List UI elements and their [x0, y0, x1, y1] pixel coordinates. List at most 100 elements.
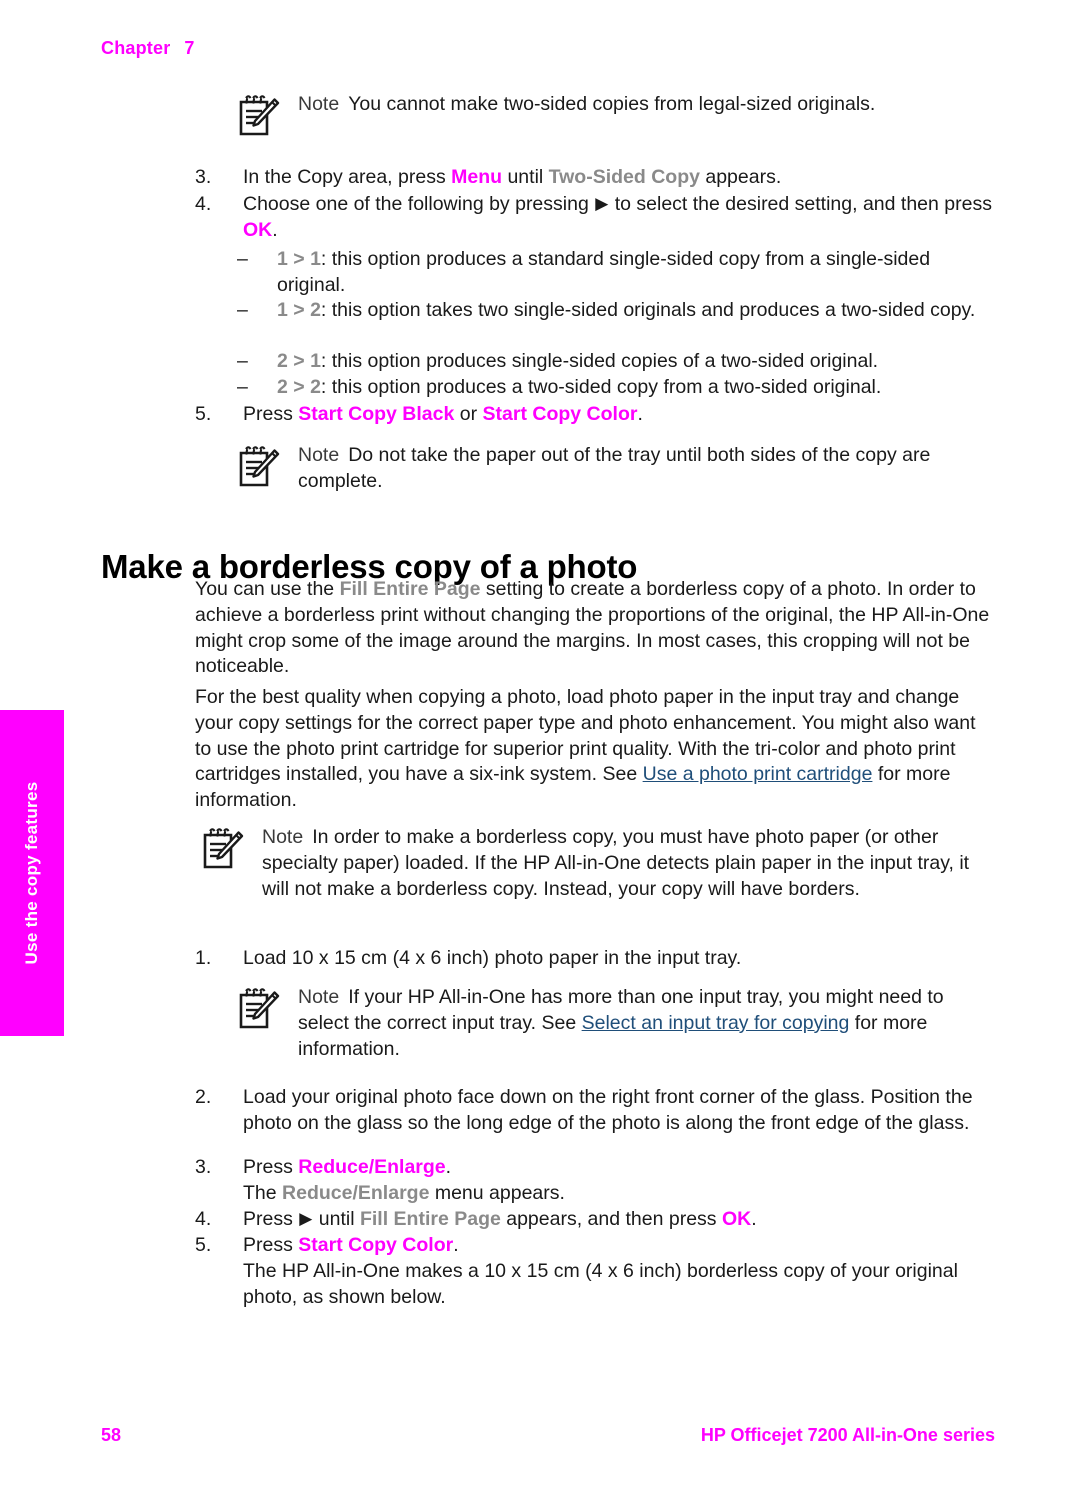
text-fragment: : this option takes two single-sided ori…: [320, 299, 976, 321]
text-fragment: : this option produces single-sided copi…: [320, 350, 879, 372]
list-item-text: In the Copy area, press Menu until Two-S…: [243, 165, 995, 191]
list-item-text: Load your original photo face down on th…: [243, 1086, 973, 1134]
note-text-4: Note If your HP All-in-One has more than …: [298, 985, 996, 1062]
list-item-text: Press Start Copy Black or Start Copy Col…: [243, 402, 995, 428]
note-block-1: Note You cannot make two-sided copies fro…: [236, 92, 966, 139]
ui-button-start-copy-color: Start Copy Color: [298, 1234, 454, 1256]
note-label: Note: [262, 826, 304, 848]
list-item-text: Press Start Copy Color.: [243, 1233, 995, 1259]
list-item-proc-3: 3. Press Reduce/Enlarge.: [195, 1155, 995, 1181]
list-marker: 1.: [195, 947, 212, 969]
text-fragment: Press: [243, 1156, 299, 1178]
right-arrow-icon: ▶: [299, 1209, 313, 1228]
dash-marker: –: [237, 248, 248, 270]
proc-step-3-result: The Reduce/Enlarge menu appears.: [243, 1181, 1003, 1207]
text-fragment: : this option produces a two-sided copy …: [320, 376, 882, 398]
ui-button-reduce-enlarge: Reduce/Enlarge: [298, 1156, 446, 1178]
option-text: 2 > 1: this option produces single-sided…: [277, 349, 997, 375]
text-fragment: or: [454, 403, 483, 425]
list-marker: 2.: [195, 1086, 212, 1108]
text-fragment: menu appears.: [429, 1182, 565, 1204]
paragraph-2: For the best quality when copying a phot…: [195, 685, 995, 814]
link-use-a-photo-print-cartridge[interactable]: Use a photo print cartridge: [643, 763, 873, 785]
text-fragment: .: [453, 1234, 459, 1256]
note-block-2: Note Do not take the paper out of the tra…: [236, 443, 996, 495]
ui-option-value: 2 > 2: [277, 376, 321, 398]
side-tab: Use the copy features: [0, 710, 64, 1036]
list-marker: 3.: [195, 166, 212, 188]
note-text-2: Note Do not take the paper out of the tra…: [298, 443, 996, 495]
list-item-option-1: – 1 > 2: this option takes two single-si…: [237, 298, 997, 324]
list-item-step-5: 5. Press Start Copy Black or Start Copy …: [195, 402, 995, 428]
note-text-1: Note You cannot make two-sided copies fro…: [298, 92, 875, 118]
ui-option-value: 1 > 2: [277, 299, 321, 321]
list-item-proc-2: 2. Load your original photo face down on…: [195, 1085, 995, 1137]
list-item-text: Press ▶ until Fill Entire Page appears, …: [243, 1207, 995, 1233]
option-text: 2 > 2: this option produces a two-sided …: [277, 375, 997, 401]
text-fragment: .: [637, 403, 643, 425]
list-marker: 3.: [195, 1156, 212, 1178]
side-tab-label: Use the copy features: [22, 781, 41, 965]
ui-setting-fill-entire-page: Fill Entire Page: [359, 1208, 501, 1230]
ui-menu-reduce-enlarge: Reduce/Enlarge: [282, 1182, 430, 1204]
chapter-number: 7: [184, 38, 195, 58]
list-marker: 4.: [195, 1208, 212, 1230]
note-text-3: Note In order to make a borderless copy, …: [262, 825, 995, 902]
ui-button-start-copy-black: Start Copy Black: [298, 403, 455, 425]
list-item-text: Load 10 x 15 cm (4 x 6 inch) photo paper…: [243, 947, 742, 969]
right-arrow-icon: ▶: [595, 194, 609, 213]
text-fragment: until: [313, 1208, 360, 1230]
note-content: You cannot make two-sided copies from le…: [348, 93, 876, 115]
document-page: Chapter 7 Use the copy features Note You…: [0, 0, 1080, 1495]
option-text: 1 > 1: this option produces a standard s…: [277, 247, 997, 299]
note-label: Note: [298, 986, 340, 1008]
text-fragment: The: [243, 1182, 283, 1204]
footer-page-number: 58: [101, 1425, 122, 1445]
text-fragment: Choose one of the following by pressing: [243, 193, 595, 215]
text-fragment: appears, and then press: [500, 1208, 722, 1230]
text-fragment: .: [272, 218, 278, 241]
dash-marker: –: [237, 376, 248, 398]
text-fragment: until: [502, 166, 549, 188]
list-item-option-3: – 2 > 2: this option produces a two-side…: [237, 375, 997, 401]
list-marker: 5.: [195, 1234, 212, 1256]
note-content: Do not take the paper out of the tray un…: [298, 444, 931, 492]
note-label: Note: [298, 444, 340, 466]
text-fragment: appears.: [699, 166, 782, 188]
ui-button-ok: OK: [721, 1208, 752, 1230]
text-fragment: You can use the: [195, 578, 340, 600]
list-item-text: Press Reduce/Enlarge.: [243, 1155, 995, 1181]
chapter-header: Chapter 7: [101, 38, 195, 59]
ui-button-ok: OK: [243, 218, 273, 241]
link-select-an-input-tray-for-copying[interactable]: Select an input tray for copying: [582, 1012, 850, 1034]
list-marker: 4.: [195, 193, 212, 215]
text-fragment: : this option produces a standard single…: [277, 248, 931, 296]
note-pencil-icon: [236, 444, 282, 490]
chapter-label: Chapter: [101, 38, 171, 58]
ui-setting-fill-entire-page: Fill Entire Page: [339, 578, 481, 600]
proc-step-5-result: The HP All-in-One makes a 10 x 15 cm (4 …: [243, 1260, 958, 1308]
list-item-option-0: – 1 > 1: this option produces a standard…: [237, 247, 997, 299]
note-pencil-icon: [236, 93, 282, 139]
ui-button-start-copy-color: Start Copy Color: [482, 403, 638, 425]
list-item-text: Choose one of the following by pressing …: [243, 192, 995, 244]
list-item-step-4: 4. Choose one of the following by pressi…: [195, 192, 995, 244]
text-fragment: Press: [243, 403, 299, 425]
text-fragment: Press: [243, 1208, 299, 1230]
dash-marker: –: [237, 299, 248, 321]
list-marker: 5.: [195, 403, 212, 425]
list-item-proc-1: 1. Load 10 x 15 cm (4 x 6 inch) photo pa…: [195, 946, 995, 972]
list-item-option-2: – 2 > 1: this option produces single-sid…: [237, 349, 997, 375]
note-block-3: Note In order to make a borderless copy, …: [200, 825, 995, 902]
note-pencil-icon: [200, 826, 246, 872]
option-text: 1 > 2: this option takes two single-side…: [277, 298, 997, 324]
list-item-proc-4: 4. Press ▶ until Fill Entire Page appear…: [195, 1207, 995, 1233]
text-fragment: In the Copy area, press: [243, 166, 452, 188]
text-fragment: Press: [243, 1234, 299, 1256]
text-fragment: to select the desired setting, and then …: [609, 193, 992, 215]
ui-menu-two-sided-copy: Two-Sided Copy: [548, 166, 700, 188]
list-item-step-3: 3. In the Copy area, press Menu until Tw…: [195, 165, 995, 191]
note-pencil-icon: [236, 986, 282, 1032]
note-label: Note: [298, 93, 340, 115]
text-fragment: .: [445, 1156, 452, 1178]
